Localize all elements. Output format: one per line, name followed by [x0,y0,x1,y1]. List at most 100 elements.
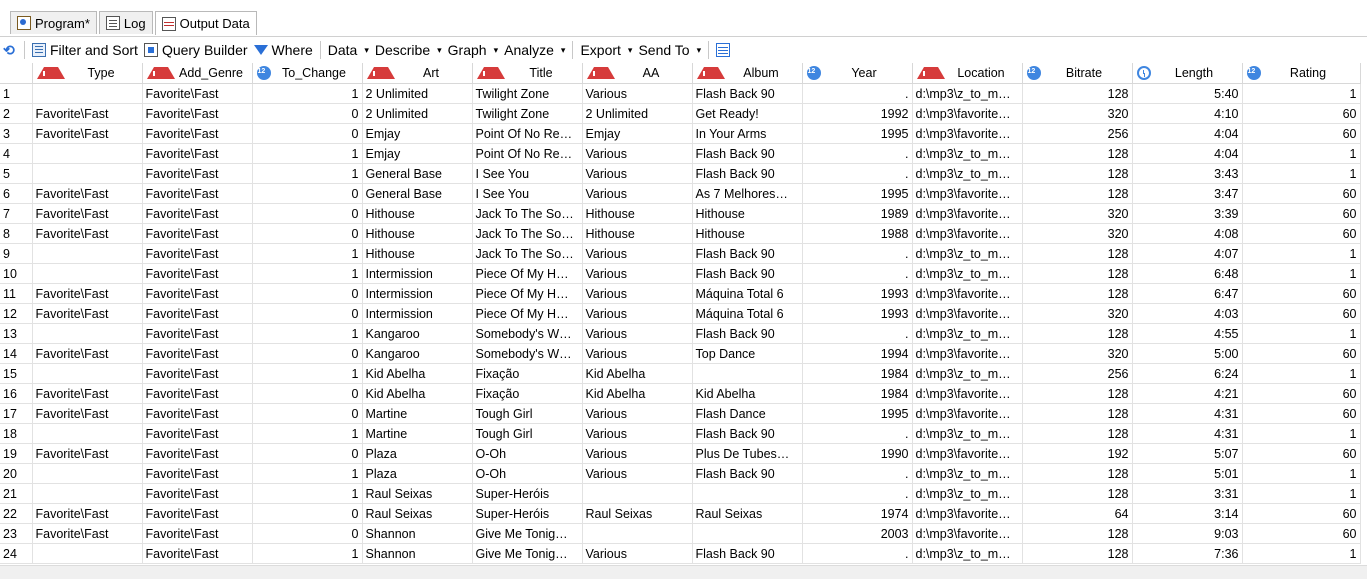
cell-bitrate[interactable]: 128 [1022,183,1133,204]
cell-bitrate[interactable]: 320 [1022,103,1133,124]
cell-year[interactable]: 1995 [802,183,913,204]
column-header-rating[interactable]: Rating [1242,63,1361,84]
cell-to-change[interactable]: 0 [252,343,363,364]
cell-aa[interactable]: Various [582,543,693,564]
row-number[interactable]: 5 [0,163,33,184]
cell-rating[interactable]: 60 [1242,123,1361,144]
cell-to-change[interactable]: 1 [252,483,363,504]
cell-to-change[interactable]: 1 [252,143,363,164]
row-number[interactable]: 15 [0,363,33,384]
cell-aa[interactable]: Various [582,303,693,324]
cell-rating[interactable]: 1 [1242,83,1361,104]
cell-length[interactable]: 4:10 [1132,103,1243,124]
filter-sort-button[interactable]: Filter and Sort [29,39,141,61]
cell-aa[interactable]: Various [582,283,693,304]
cell-year[interactable]: 1992 [802,103,913,124]
cell-bitrate[interactable]: 128 [1022,83,1133,104]
refresh-button[interactable]: ⟲ [0,39,20,61]
cell-title[interactable]: I See You [472,183,583,204]
cell-location[interactable]: d:\mp3\z_to_m… [912,163,1023,184]
cell-rating[interactable]: 1 [1242,463,1361,484]
cell-type[interactable]: Favorite\Fast [32,303,143,324]
cell-album[interactable]: Hithouse [692,223,803,244]
cell-album[interactable] [692,363,803,384]
cell-location[interactable]: d:\mp3\favorite… [912,403,1023,424]
cell-to-change[interactable]: 1 [252,463,363,484]
column-header-art[interactable]: Art [362,63,473,84]
cell-length[interactable]: 5:07 [1132,443,1243,464]
column-header-bitrate[interactable]: Bitrate [1022,63,1133,84]
cell-album[interactable]: In Your Arms [692,123,803,144]
cell-to-change[interactable]: 0 [252,523,363,544]
cell-length[interactable]: 3:47 [1132,183,1243,204]
cell-type[interactable] [32,423,143,444]
cell-add-genre[interactable]: Favorite\Fast [142,483,253,504]
cell-add-genre[interactable]: Favorite\Fast [142,103,253,124]
cell-to-change[interactable]: 0 [252,383,363,404]
cell-title[interactable]: Piece Of My H… [472,283,583,304]
row-number[interactable]: 4 [0,143,33,164]
table-row[interactable]: 10 Favorite\Fast 1 Intermission Piece Of My … [0,263,1361,284]
cell-title[interactable]: Fixação [472,383,583,404]
cell-aa[interactable]: Emjay [582,123,693,144]
cell-album[interactable]: Plus De Tubes… [692,443,803,464]
cell-year[interactable]: . [802,543,913,564]
cell-album[interactable]: Máquina Total 6 [692,303,803,324]
cell-album[interactable]: Raul Seixas [692,503,803,524]
cell-type[interactable] [32,363,143,384]
tab-output-data[interactable]: Output Data [154,11,257,35]
cell-bitrate[interactable]: 320 [1022,343,1133,364]
cell-location[interactable]: d:\mp3\favorite… [912,223,1023,244]
table-row[interactable]: 9 Favorite\Fast 1 Hithouse Jack To The So… Va… [0,243,1361,264]
cell-location[interactable]: d:\mp3\z_to_m… [912,483,1023,504]
cell-rating[interactable]: 1 [1242,483,1361,504]
cell-to-change[interactable]: 1 [252,263,363,284]
cell-type[interactable]: Favorite\Fast [32,183,143,204]
row-number[interactable]: 24 [0,543,33,564]
cell-aa[interactable]: Various [582,323,693,344]
cell-bitrate[interactable]: 128 [1022,423,1133,444]
cell-year[interactable]: 1984 [802,363,913,384]
analyze-menu[interactable]: Analyze ▾ [501,39,568,61]
cell-type[interactable] [32,483,143,504]
cell-art[interactable]: Shannon [362,523,473,544]
row-number[interactable]: 22 [0,503,33,524]
cell-aa[interactable]: Various [582,403,693,424]
row-number[interactable]: 17 [0,403,33,424]
cell-length[interactable]: 4:04 [1132,123,1243,144]
column-header-to-change[interactable]: To_Change [252,63,363,84]
table-row[interactable]: 23 Favorite\Fast Favorite\Fast 0 Shannon Give… [0,523,1361,544]
cell-title[interactable]: Super-Heróis [472,483,583,504]
cell-length[interactable]: 4:55 [1132,323,1243,344]
row-number[interactable]: 3 [0,123,33,144]
cell-art[interactable]: Hithouse [362,243,473,264]
table-row[interactable]: 12 Favorite\Fast Favorite\Fast 0 Intermissio… [0,303,1361,324]
cell-location[interactable]: d:\mp3\z_to_m… [912,543,1023,564]
cell-art[interactable]: Emjay [362,143,473,164]
row-number[interactable]: 23 [0,523,33,544]
cell-type[interactable]: Favorite\Fast [32,383,143,404]
cell-rating[interactable]: 1 [1242,543,1361,564]
cell-type[interactable] [32,323,143,344]
export-menu[interactable]: Export ▾ [577,39,635,61]
cell-year[interactable]: . [802,83,913,104]
cell-album[interactable]: Flash Back 90 [692,143,803,164]
cell-album[interactable]: Flash Back 90 [692,543,803,564]
cell-to-change[interactable]: 1 [252,323,363,344]
cell-bitrate[interactable]: 128 [1022,403,1133,424]
cell-add-genre[interactable]: Favorite\Fast [142,363,253,384]
row-number[interactable]: 8 [0,223,33,244]
cell-art[interactable]: 2 Unlimited [362,83,473,104]
column-header-year[interactable]: Year [802,63,913,84]
cell-year[interactable]: . [802,143,913,164]
cell-aa[interactable]: 2 Unlimited [582,103,693,124]
cell-location[interactable]: d:\mp3\favorite… [912,443,1023,464]
cell-rating[interactable]: 60 [1242,403,1361,424]
cell-rating[interactable]: 60 [1242,503,1361,524]
cell-length[interactable]: 6:48 [1132,263,1243,284]
cell-rating[interactable]: 60 [1242,223,1361,244]
cell-year[interactable]: . [802,483,913,504]
cell-title[interactable]: Jack To The So… [472,223,583,244]
cell-aa[interactable]: Kid Abelha [582,363,693,384]
cell-title[interactable]: Somebody's W… [472,343,583,364]
